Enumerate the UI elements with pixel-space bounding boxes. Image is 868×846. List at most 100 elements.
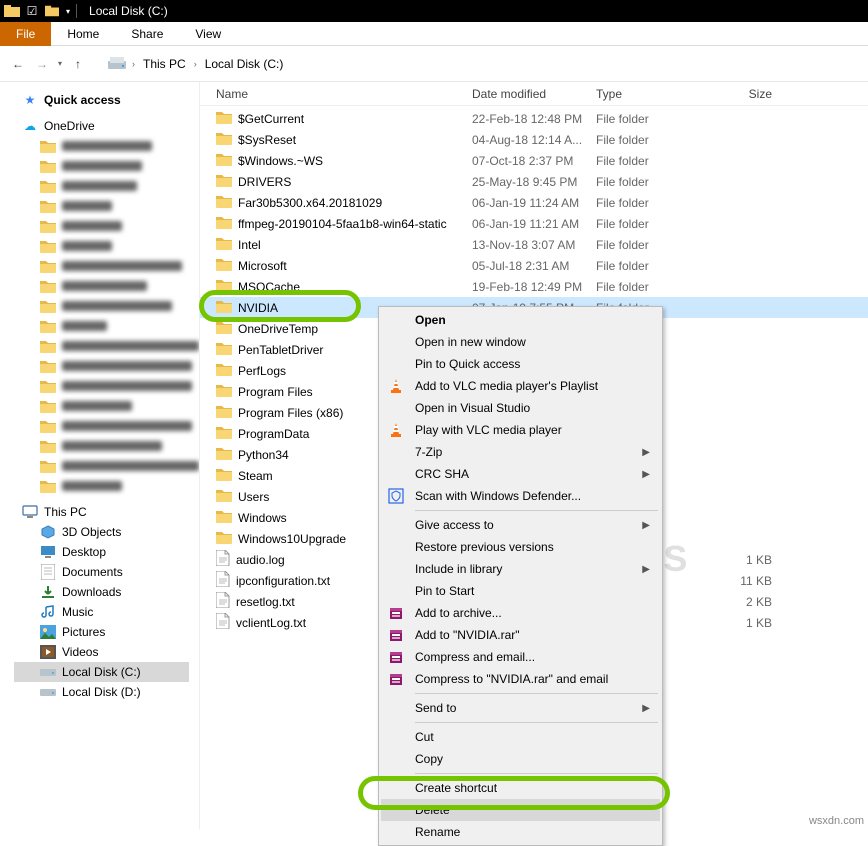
- file-name: Microsoft: [238, 259, 287, 273]
- context-menu-item[interactable]: Open in new window: [381, 331, 660, 353]
- file-row[interactable]: Far30b5300.x64.2018102906-Jan-19 11:24 A…: [200, 192, 868, 213]
- tab-home[interactable]: Home: [51, 22, 115, 46]
- sidebar-item-blurred[interactable]: [14, 276, 199, 296]
- context-menu-item[interactable]: Copy: [381, 748, 660, 770]
- sidebar-item-blurred[interactable]: [14, 176, 199, 196]
- col-header-date[interactable]: Date modified: [472, 87, 596, 101]
- folder-icon: [40, 218, 56, 234]
- file-row[interactable]: DRIVERS25-May-18 9:45 PMFile folder: [200, 171, 868, 192]
- nav-back-button[interactable]: ←: [8, 54, 28, 74]
- file-name: $Windows.~WS: [238, 154, 323, 168]
- breadcrumb-this-pc[interactable]: This PC: [141, 57, 188, 71]
- sidebar-item[interactable]: Local Disk (D:): [14, 682, 199, 702]
- file-row[interactable]: MSOCache19-Feb-18 12:49 PMFile folder: [200, 276, 868, 297]
- sidebar-quick-access[interactable]: ★ Quick access: [14, 90, 199, 110]
- sidebar-item-blurred[interactable]: [14, 216, 199, 236]
- tab-file[interactable]: File: [0, 22, 51, 46]
- nav-up-button[interactable]: ↑: [68, 54, 88, 74]
- file-row[interactable]: ffmpeg-20190104-5faa1b8-win64-static06-J…: [200, 213, 868, 234]
- file-row[interactable]: $GetCurrent22-Feb-18 12:48 PMFile folder: [200, 108, 868, 129]
- file-name: Far30b5300.x64.20181029: [238, 196, 382, 210]
- folder-icon: [216, 173, 232, 190]
- sidebar-item[interactable]: Music: [14, 602, 199, 622]
- sidebar-item-blurred[interactable]: [14, 196, 199, 216]
- context-menu-item[interactable]: Add to VLC media player's Playlist: [381, 375, 660, 397]
- sidebar-item-blurred[interactable]: [14, 316, 199, 336]
- context-menu-item[interactable]: Open in Visual Studio: [381, 397, 660, 419]
- menu-item-icon: [387, 377, 405, 395]
- context-menu-item[interactable]: Restore previous versions: [381, 536, 660, 558]
- qa-overflow-icon[interactable]: ▾: [66, 7, 70, 16]
- context-menu-item[interactable]: Rename: [381, 821, 660, 843]
- context-menu-item[interactable]: Compress and email...: [381, 646, 660, 668]
- context-menu-label: Open in Visual Studio: [415, 401, 530, 415]
- breadcrumb-local-disk[interactable]: Local Disk (C:): [203, 57, 286, 71]
- context-menu-item[interactable]: Give access to▶: [381, 514, 660, 536]
- sidebar-item-blurred[interactable]: [14, 136, 199, 156]
- nav-history-dropdown[interactable]: ▾: [58, 59, 62, 68]
- sidebar-item[interactable]: Desktop: [14, 542, 199, 562]
- context-menu-item[interactable]: Send to▶: [381, 697, 660, 719]
- sidebar-item-blurred[interactable]: [14, 416, 199, 436]
- context-menu-item[interactable]: Add to archive...: [381, 602, 660, 624]
- col-header-size[interactable]: Size: [712, 87, 772, 101]
- sidebar-item-blurred[interactable]: [14, 256, 199, 276]
- context-menu-item[interactable]: Delete: [381, 799, 660, 821]
- sidebar-item-blurred[interactable]: [14, 236, 199, 256]
- file-row[interactable]: $SysReset04-Aug-18 12:14 A...File folder: [200, 129, 868, 150]
- sidebar-item-blurred[interactable]: [14, 356, 199, 376]
- chevron-right-icon[interactable]: ›: [132, 59, 135, 69]
- context-menu-item[interactable]: CRC SHA▶: [381, 463, 660, 485]
- item-icon: [40, 544, 56, 560]
- file-row[interactable]: $Windows.~WS07-Oct-18 2:37 PMFile folder: [200, 150, 868, 171]
- context-menu-item[interactable]: Add to "NVIDIA.rar": [381, 624, 660, 646]
- quick-toolbar-drop-icon[interactable]: [44, 3, 60, 19]
- context-menu-label: Give access to: [415, 518, 494, 532]
- context-menu-item[interactable]: 7-Zip▶: [381, 441, 660, 463]
- sidebar-item-blurred[interactable]: [14, 476, 199, 496]
- sidebar-item[interactable]: 3D Objects: [14, 522, 199, 542]
- sidebar-item-blurred[interactable]: [14, 396, 199, 416]
- sidebar-item-blurred[interactable]: [14, 376, 199, 396]
- col-header-type[interactable]: Type: [596, 87, 712, 101]
- pc-icon: [22, 504, 38, 520]
- chevron-right-icon[interactable]: ›: [194, 59, 197, 69]
- sidebar-item[interactable]: Pictures: [14, 622, 199, 642]
- context-menu-item[interactable]: Play with VLC media player: [381, 419, 660, 441]
- sidebar-item[interactable]: Documents: [14, 562, 199, 582]
- sidebar-item-blurred[interactable]: [14, 336, 199, 356]
- tab-share[interactable]: Share: [115, 22, 179, 46]
- file-row[interactable]: Microsoft05-Jul-18 2:31 AMFile folder: [200, 255, 868, 276]
- file-name: ProgramData: [238, 427, 309, 441]
- sidebar-item-blurred[interactable]: [14, 156, 199, 176]
- context-menu-item[interactable]: Open: [381, 309, 660, 331]
- file-name: $GetCurrent: [238, 112, 304, 126]
- context-menu-item[interactable]: Compress to "NVIDIA.rar" and email: [381, 668, 660, 690]
- context-menu-item[interactable]: Pin to Start: [381, 580, 660, 602]
- context-menu-item[interactable]: Pin to Quick access: [381, 353, 660, 375]
- sidebar-item-blurred[interactable]: [14, 456, 199, 476]
- context-menu-item[interactable]: Cut: [381, 726, 660, 748]
- sidebar-item[interactable]: Local Disk (C:): [14, 662, 189, 682]
- tab-view[interactable]: View: [179, 22, 237, 46]
- folder-icon: [216, 194, 232, 211]
- sidebar-onedrive[interactable]: ☁ OneDrive: [14, 116, 199, 136]
- sidebar-item-blurred[interactable]: [14, 296, 199, 316]
- file-type: File folder: [596, 154, 712, 168]
- quick-toolbar-save-icon[interactable]: ☑: [24, 3, 40, 19]
- sidebar-item-blurred[interactable]: [14, 436, 199, 456]
- file-name: PenTabletDriver: [238, 343, 323, 357]
- file-name: Users: [238, 490, 269, 504]
- sidebar-item[interactable]: Downloads: [14, 582, 199, 602]
- sidebar-this-pc[interactable]: This PC: [14, 502, 199, 522]
- file-row[interactable]: Intel13-Nov-18 3:07 AMFile folder: [200, 234, 868, 255]
- file-name: OneDriveTemp: [238, 322, 318, 336]
- file-size: 1 KB: [712, 616, 772, 630]
- context-menu-item[interactable]: Scan with Windows Defender...: [381, 485, 660, 507]
- context-menu-item[interactable]: Create shortcut: [381, 777, 660, 799]
- sidebar-item[interactable]: Videos: [14, 642, 199, 662]
- context-menu-item[interactable]: Include in library▶: [381, 558, 660, 580]
- context-menu-label: Delete: [415, 803, 450, 817]
- col-header-name[interactable]: Name: [216, 87, 472, 101]
- file-name: Python34: [238, 448, 289, 462]
